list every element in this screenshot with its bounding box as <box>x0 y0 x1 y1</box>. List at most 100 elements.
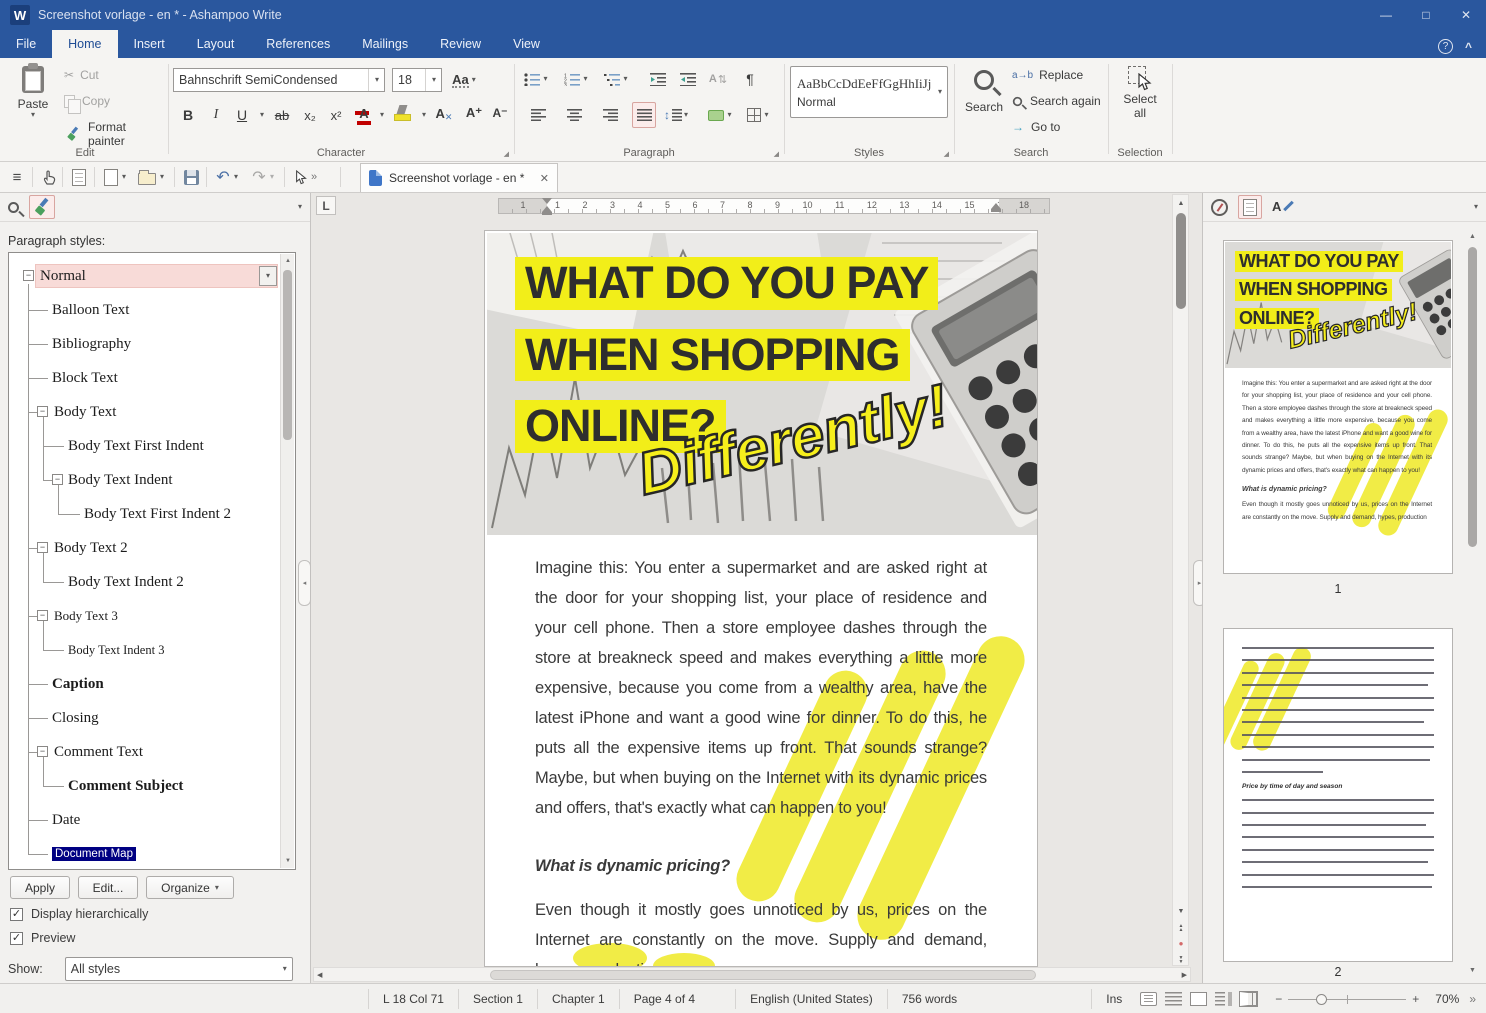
view-book-button[interactable] <box>1239 990 1259 1007</box>
page-thumbnail-1[interactable]: WHAT DO YOU PAY WHEN SHOPPING ONLINE? Di… <box>1223 240 1453 574</box>
scroll-left-button[interactable]: ◀ <box>317 971 322 979</box>
style-item-normal[interactable]: Normal <box>10 264 86 288</box>
open-file-icon[interactable] <box>136 165 158 189</box>
style-item[interactable]: Body Text Indent 3 <box>10 638 164 662</box>
zoom-slider-thumb[interactable] <box>1316 993 1328 1005</box>
show-formatting-button[interactable]: ¶ <box>738 66 762 92</box>
dialog-launcher-icon[interactable]: ◢ <box>504 150 509 158</box>
align-left-button[interactable] <box>526 102 550 128</box>
clear-formatting-button[interactable]: A ✕ <box>432 100 456 126</box>
scroll-up-icon[interactable]: ▲ <box>281 255 295 267</box>
scrollbar-thumb[interactable] <box>283 270 292 440</box>
search-again-button[interactable]: Search again <box>1012 94 1101 108</box>
align-center-button[interactable] <box>562 102 586 128</box>
status-page[interactable]: Page 4 of 4 <box>618 988 709 1009</box>
multilevel-list-button[interactable]: ▾ <box>604 66 628 92</box>
scrollbar-thumb[interactable] <box>490 970 1036 980</box>
document-vertical-scrollbar[interactable]: ▲ ▼ ▲ ▲ ● ▼ ▼ <box>1172 194 1189 966</box>
thumbnails-scrollbar[interactable]: ▲ ▼ <box>1465 233 1481 978</box>
tab-layout[interactable]: Layout <box>181 30 251 58</box>
style-item[interactable]: Body Text Indent <box>10 468 173 492</box>
style-item[interactable]: Body Text First Indent <box>10 434 204 458</box>
redo-dropdown[interactable]: ▾ <box>266 165 278 189</box>
bold-button[interactable]: B <box>176 102 200 128</box>
increase-indent-button[interactable] <box>676 66 700 92</box>
superscript-button[interactable]: x² <box>324 102 348 128</box>
format-painter-button[interactable]: Format painter <box>64 120 166 148</box>
style-item[interactable]: Body Text 3 <box>10 604 118 628</box>
style-gallery[interactable]: AaBbCcDdEeFfGgHhIiJj Normal ▾ <box>790 66 948 118</box>
status-language[interactable]: English (United States) <box>735 988 887 1009</box>
status-insert-mode[interactable]: Ins <box>1091 988 1136 1009</box>
scroll-down-icon[interactable]: ▼ <box>281 855 295 867</box>
strikethrough-button[interactable]: ab <box>270 102 294 128</box>
font-name-select[interactable]: Bahnschrift SemiCondensed ▾ <box>173 68 385 92</box>
scroll-up-icon[interactable]: ▲ <box>1469 233 1476 240</box>
pages-view-tool[interactable] <box>1238 195 1262 219</box>
view-draft-button[interactable] <box>1165 991 1183 1006</box>
document-page[interactable]: WHAT DO YOU PAY WHEN SHOPPING ONLINE? Di… <box>484 230 1038 967</box>
line-spacing-button[interactable]: ↕ ▾ <box>664 102 688 128</box>
sort-button[interactable]: A ⇅ <box>706 66 730 92</box>
view-full-page-button[interactable] <box>1190 991 1208 1006</box>
status-section[interactable]: Section 1 <box>457 988 537 1009</box>
dialog-launcher-icon[interactable]: ◢ <box>944 150 949 158</box>
save-icon[interactable] <box>180 165 202 189</box>
align-right-button[interactable] <box>598 102 622 128</box>
help-icon[interactable]: ? <box>1437 39 1453 54</box>
status-more-icon[interactable]: » <box>1469 992 1476 1006</box>
copy-button[interactable]: Copy <box>64 94 110 114</box>
style-item[interactable]: Body Text Indent 2 <box>10 570 184 594</box>
style-item[interactable]: Document Map <box>10 842 136 866</box>
sidebar-search-icon[interactable] <box>8 201 19 213</box>
paragraph-styles-list[interactable]: ▾ − − − − − − Normal Balloon Text Biblio… <box>8 252 296 870</box>
close-button[interactable]: ✕ <box>1446 3 1486 27</box>
thumbnails-menu-chevron-icon[interactable]: ▾ <box>1474 203 1478 211</box>
organize-button[interactable]: Organize ▾ <box>146 876 234 899</box>
scroll-right-button[interactable]: ▶ <box>1182 971 1187 979</box>
style-item-dropdown[interactable]: ▾ <box>259 266 277 286</box>
preview-checkbox[interactable]: ✓ Preview <box>10 931 75 945</box>
style-item[interactable]: Caption <box>10 672 104 696</box>
apply-button[interactable]: Apply <box>10 876 70 899</box>
scrollbar-thumb[interactable] <box>1468 247 1477 547</box>
highlight-button[interactable] <box>390 100 414 126</box>
open-file-dropdown[interactable]: ▾ <box>156 165 168 189</box>
tab-stop-selector[interactable]: L <box>316 196 336 215</box>
align-justify-button[interactable] <box>632 102 656 128</box>
tab-references[interactable]: References <box>250 30 346 58</box>
status-chapter[interactable]: Chapter 1 <box>536 988 619 1009</box>
replace-button[interactable]: a→b Replace <box>1012 68 1083 82</box>
grow-font-button[interactable]: A⁺ <box>462 100 486 126</box>
shrink-font-button[interactable]: A⁻ <box>488 100 512 126</box>
print-preview-icon[interactable] <box>68 165 90 189</box>
document-horizontal-scrollbar[interactable]: ◀ ▶ <box>313 967 1191 982</box>
zoom-out-button[interactable]: − <box>1275 992 1282 1006</box>
font-size-select[interactable]: 18 ▾ <box>392 68 442 92</box>
decrease-indent-button[interactable] <box>646 66 670 92</box>
show-styles-select[interactable]: All styles ▾ <box>64 957 293 981</box>
style-item[interactable]: Comment Subject <box>10 774 183 798</box>
minimize-button[interactable]: — <box>1366 3 1406 27</box>
style-item[interactable]: Body Text First Indent 2 <box>10 502 231 526</box>
display-hierarchically-checkbox[interactable]: ✓ Display hierarchically <box>10 907 148 921</box>
close-tab-icon[interactable]: ✕ <box>540 172 549 185</box>
select-tool-more[interactable]: » <box>308 165 320 189</box>
undo-dropdown[interactable]: ▾ <box>230 165 242 189</box>
collapse-ribbon-icon[interactable]: ^ <box>1465 40 1472 54</box>
next-page-button[interactable]: ▼ ▼ <box>1174 953 1188 966</box>
style-item[interactable]: Block Text <box>10 366 118 390</box>
sidebar-menu-chevron-icon[interactable]: ▾ <box>298 203 302 211</box>
sidebar-styles-tool[interactable] <box>29 195 55 219</box>
tab-file[interactable]: File <box>0 30 52 58</box>
shading-button[interactable]: ▾ <box>708 102 732 128</box>
paste-button[interactable]: Paste ▾ <box>12 63 54 119</box>
style-item[interactable]: Body Text 2 <box>10 536 128 560</box>
scroll-down-button[interactable]: ▼ <box>1174 905 1188 918</box>
zoom-in-button[interactable]: + <box>1412 992 1419 1006</box>
left-indent-marker[interactable] <box>542 212 552 215</box>
cut-button[interactable]: ✂ Cut <box>64 68 99 82</box>
maximize-button[interactable]: □ <box>1406 3 1446 27</box>
edit-style-button[interactable]: Edit... <box>78 876 138 899</box>
styles-list-scrollbar[interactable]: ▲ ▼ <box>280 254 294 868</box>
